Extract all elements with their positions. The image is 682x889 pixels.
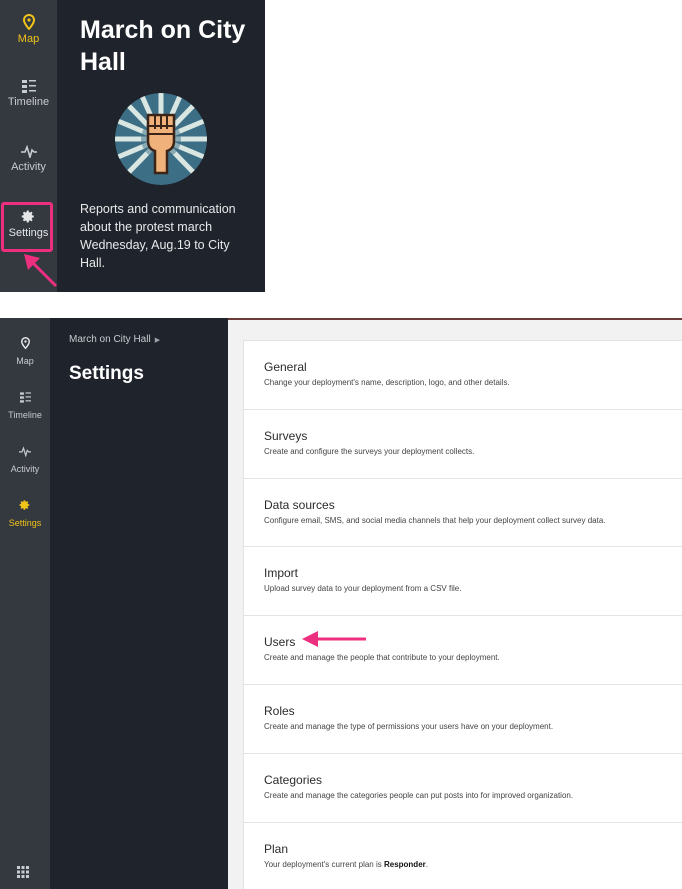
settings-card-import[interactable]: Import Upload survey data to your deploy… [244, 547, 682, 617]
settings-card-users[interactable]: Users Create and manage the people that … [244, 616, 682, 685]
plan-name: Responder [383, 859, 426, 869]
card-description: Change your deployment's name, descripti… [264, 378, 510, 387]
raised-fist-logo [115, 93, 207, 185]
card-title: General [264, 360, 307, 374]
settings-card-categories[interactable]: Categories Create and manage the categor… [244, 754, 682, 823]
timeline-icon [21, 80, 36, 93]
top-screenshot-panel: Map Timeline Activity Settings March on … [0, 0, 265, 292]
plan-desc-prefix: Your deployment's current plan is [264, 859, 384, 869]
nav-label: Map [17, 33, 40, 45]
activity-icon [19, 446, 31, 458]
nav-timeline[interactable]: Timeline [0, 80, 57, 108]
map-pin-icon [20, 336, 30, 350]
card-description: Create and manage the people that contri… [264, 653, 500, 663]
settings-card-list: General Change your deployment's name, d… [243, 340, 682, 889]
nav-activity[interactable]: Activity [0, 444, 50, 474]
card-description: Create and manage the type of permission… [264, 721, 554, 731]
settings-highlight-box [1, 202, 53, 252]
card-description: Upload survey data to your deployment fr… [264, 584, 462, 594]
deployment-description: Reports and communication about the prot… [80, 202, 236, 270]
plan-desc-suffix: . [425, 859, 428, 869]
card-description: Your deployment's current plan is Respon… [264, 860, 682, 869]
nav-label: Timeline [7, 96, 50, 108]
nav-activity[interactable]: Activity [0, 145, 57, 173]
settings-card-plan[interactable]: Plan Your deployment's current plan is R… [244, 823, 682, 889]
breadcrumb-caret-icon: ▶ [154, 337, 161, 344]
card-title: Roles [264, 703, 295, 718]
breadcrumb-link[interactable]: March on City Hall [69, 334, 151, 345]
settings-sidebar [50, 318, 228, 889]
card-title: Import [264, 566, 299, 581]
pointer-arrow [24, 254, 58, 288]
settings-main: General Change your deployment's name, d… [228, 318, 682, 889]
nav-label: Activity [10, 464, 40, 474]
nav-label: Timeline [8, 410, 42, 420]
nav-label: Settings [8, 518, 42, 528]
card-description: Create and configure the surveys your de… [264, 446, 475, 456]
pointer-arrow [302, 631, 366, 647]
nav-label: Activity [11, 161, 46, 173]
timeline-icon [19, 392, 31, 403]
activity-icon [20, 145, 37, 158]
bottom-screenshot-panel: Map Timeline Activity Settings March on … [0, 318, 682, 889]
card-title: Categories [264, 772, 323, 787]
settings-card-roles[interactable]: Roles Create and manage the type of perm… [244, 685, 682, 754]
nav-rail: Map Timeline Activity Settings [0, 0, 57, 292]
nav-timeline[interactable]: Timeline [0, 390, 50, 420]
settings-card-general[interactable]: General Change your deployment's name, d… [244, 341, 682, 410]
card-title: Data sources [264, 497, 335, 512]
nav-settings[interactable]: Settings [0, 498, 50, 528]
nav-map[interactable]: Map [0, 336, 50, 366]
gear-icon [19, 500, 30, 510]
card-title: Surveys [264, 428, 308, 443]
settings-card-data-sources[interactable]: Data sources Configure email, SMS, and s… [244, 479, 682, 548]
nav-map[interactable]: Map [0, 14, 57, 45]
card-description: Create and manage the categories people … [264, 790, 574, 800]
map-pin-icon [22, 14, 35, 30]
deployment-logo [115, 93, 207, 185]
settings-card-surveys[interactable]: Surveys Create and configure the surveys… [244, 410, 682, 479]
breadcrumb[interactable]: March on City Hall ▶ [69, 334, 160, 345]
card-description: Configure email, SMS, and social media c… [264, 515, 606, 525]
card-title: Plan [264, 841, 289, 856]
nav-label: Map [16, 356, 34, 366]
page-title: Settings [69, 363, 144, 384]
nav-rail: Map Timeline Activity Settings [0, 318, 50, 889]
deployment-title: March on City Hall [80, 16, 246, 76]
apps-grid-icon[interactable] [17, 866, 29, 878]
